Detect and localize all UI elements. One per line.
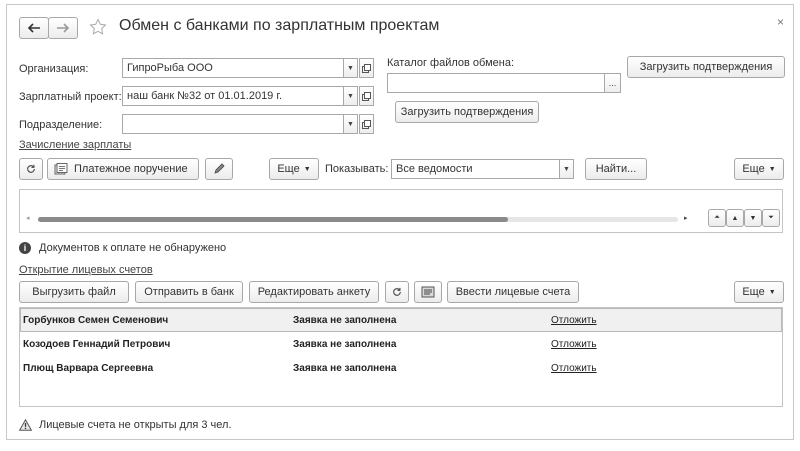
division-open-button[interactable] (359, 114, 374, 134)
documents-table[interactable]: ◂ ▸ ⏶ ▲ ▼ ⏷ (19, 189, 783, 233)
arrow-right-icon (57, 23, 70, 33)
chevron-down-icon: ▼ (303, 165, 311, 173)
project-label: Зарплатный проект: (19, 91, 122, 103)
scroll-left-icon[interactable]: ◂ (26, 214, 30, 222)
close-icon[interactable]: × (777, 15, 784, 29)
enter-accounts-button[interactable]: Ввести лицевые счета (447, 281, 579, 303)
show-field[interactable]: Все ведомости (391, 159, 560, 179)
application-status: Заявка не заполнена (293, 339, 397, 350)
division-dropdown-button[interactable]: ▼ (343, 114, 358, 134)
org-field[interactable]: ГипроРыба ООО (122, 58, 344, 78)
org-dropdown-button[interactable]: ▼ (343, 58, 358, 78)
application-status: Заявка не заполнена (293, 363, 397, 374)
project-open-button[interactable] (359, 86, 374, 106)
load-confirm-mid-button[interactable]: Загрузить подтверждения (395, 101, 539, 123)
project-field[interactable]: наш банк №32 от 01.01.2019 г. (122, 86, 344, 106)
table-row[interactable]: Козодоев Геннадий Петрович Заявка не зап… (23, 334, 783, 356)
arrow-down-icon: ▼ (749, 214, 757, 222)
move-top-button[interactable]: ⏶ (708, 209, 726, 227)
accounts-list-button[interactable] (414, 281, 442, 303)
forward-button[interactable] (48, 17, 78, 39)
load-confirm-top-button[interactable]: Загрузить подтверждения (627, 56, 785, 78)
info-icon: i (19, 242, 31, 254)
back-button[interactable] (19, 17, 49, 39)
chevron-down-icon: ▼ (563, 165, 570, 173)
move-up-button[interactable]: ▲ (726, 209, 744, 227)
postpone-link[interactable]: Отложить (551, 363, 597, 374)
open-link-icon (362, 119, 371, 129)
warning-icon (19, 419, 32, 431)
org-open-button[interactable] (359, 58, 374, 78)
open-link-icon (362, 91, 371, 101)
salary-more-button[interactable]: Еще ▼ (269, 158, 319, 180)
edit-form-button[interactable]: Редактировать анкету (249, 281, 379, 303)
scroll-right-icon[interactable]: ▸ (684, 214, 688, 222)
accounts-section-link[interactable]: Открытие лицевых счетов (19, 264, 153, 276)
table-row[interactable]: Горбунков Семен Семенович Заявка не запо… (23, 310, 783, 332)
app-window: Обмен с банками по зарплатным проектам ×… (6, 4, 794, 440)
refresh-icon (27, 164, 35, 173)
browse-icon: ... (608, 78, 617, 88)
payment-order-button[interactable]: Платежное поручение (47, 158, 199, 180)
window-title: Обмен с банками по зарплатным проектам (119, 17, 440, 34)
show-dropdown-button[interactable]: ▼ (559, 159, 574, 179)
move-down-button[interactable]: ▼ (744, 209, 762, 227)
accounts-more-button[interactable]: Еще ▼ (734, 281, 784, 303)
arrow-up-icon: ▲ (731, 214, 739, 222)
pencil-icon (214, 163, 225, 174)
open-link-icon (362, 63, 371, 73)
postpone-link[interactable]: Отложить (551, 339, 597, 350)
move-bottom-button[interactable]: ⏷ (762, 209, 780, 227)
star-icon[interactable] (89, 18, 107, 36)
show-label: Показывать: (325, 163, 389, 175)
arrow-left-icon (27, 23, 40, 33)
division-field[interactable] (122, 114, 344, 134)
chevron-down-icon: ▼ (347, 64, 354, 72)
refresh-icon (393, 287, 401, 296)
list-document-icon (421, 286, 435, 298)
chevron-down-icon: ▼ (347, 120, 354, 128)
salary-more-label: Еще (277, 163, 300, 175)
employee-name: Козодоев Геннадий Петрович (23, 339, 171, 350)
division-label: Подразделение: (19, 119, 103, 131)
application-status: Заявка не заполнена (293, 315, 397, 326)
employee-name: Плющ Варвара Сергеевна (23, 363, 154, 374)
catalog-field[interactable] (387, 73, 605, 93)
salary-section-link[interactable]: Зачисление зарплаты (19, 139, 131, 151)
salary-more-right-button[interactable]: Еще ▼ (734, 158, 784, 180)
chevron-down-icon: ▼ (768, 165, 776, 173)
send-to-bank-button[interactable]: Отправить в банк (135, 281, 243, 303)
accounts-refresh-button[interactable] (385, 281, 409, 303)
document-icon (54, 163, 68, 175)
project-dropdown-button[interactable]: ▼ (343, 86, 358, 106)
catalog-label: Каталог файлов обмена: (387, 57, 515, 69)
org-label: Организация: (19, 63, 89, 75)
table-row[interactable]: Плющ Варвара Сергеевна Заявка не заполне… (23, 358, 783, 380)
postpone-link[interactable]: Отложить (551, 315, 597, 326)
salary-more-right-label: Еще (742, 163, 765, 175)
double-up-icon: ⏶ (714, 214, 720, 221)
catalog-browse-button[interactable]: ... (604, 73, 621, 93)
accounts-more-label: Еще (742, 286, 765, 298)
payment-order-label: Платежное поручение (74, 163, 188, 175)
horizontal-scrollbar-thumb[interactable] (38, 217, 508, 222)
export-file-button[interactable]: Выгрузить файл (19, 281, 129, 303)
chevron-down-icon: ▼ (347, 92, 354, 100)
edit-button[interactable] (205, 158, 233, 180)
chevron-down-icon: ▼ (768, 288, 776, 296)
double-down-icon: ⏷ (768, 214, 774, 221)
find-button[interactable]: Найти... (585, 158, 647, 180)
warning-text: Лицевые счета не открыты для 3 чел. (39, 419, 232, 431)
info-text: Документов к оплате не обнаружено (39, 242, 227, 254)
employee-name: Горбунков Семен Семенович (23, 315, 169, 326)
refresh-button[interactable] (19, 158, 43, 180)
